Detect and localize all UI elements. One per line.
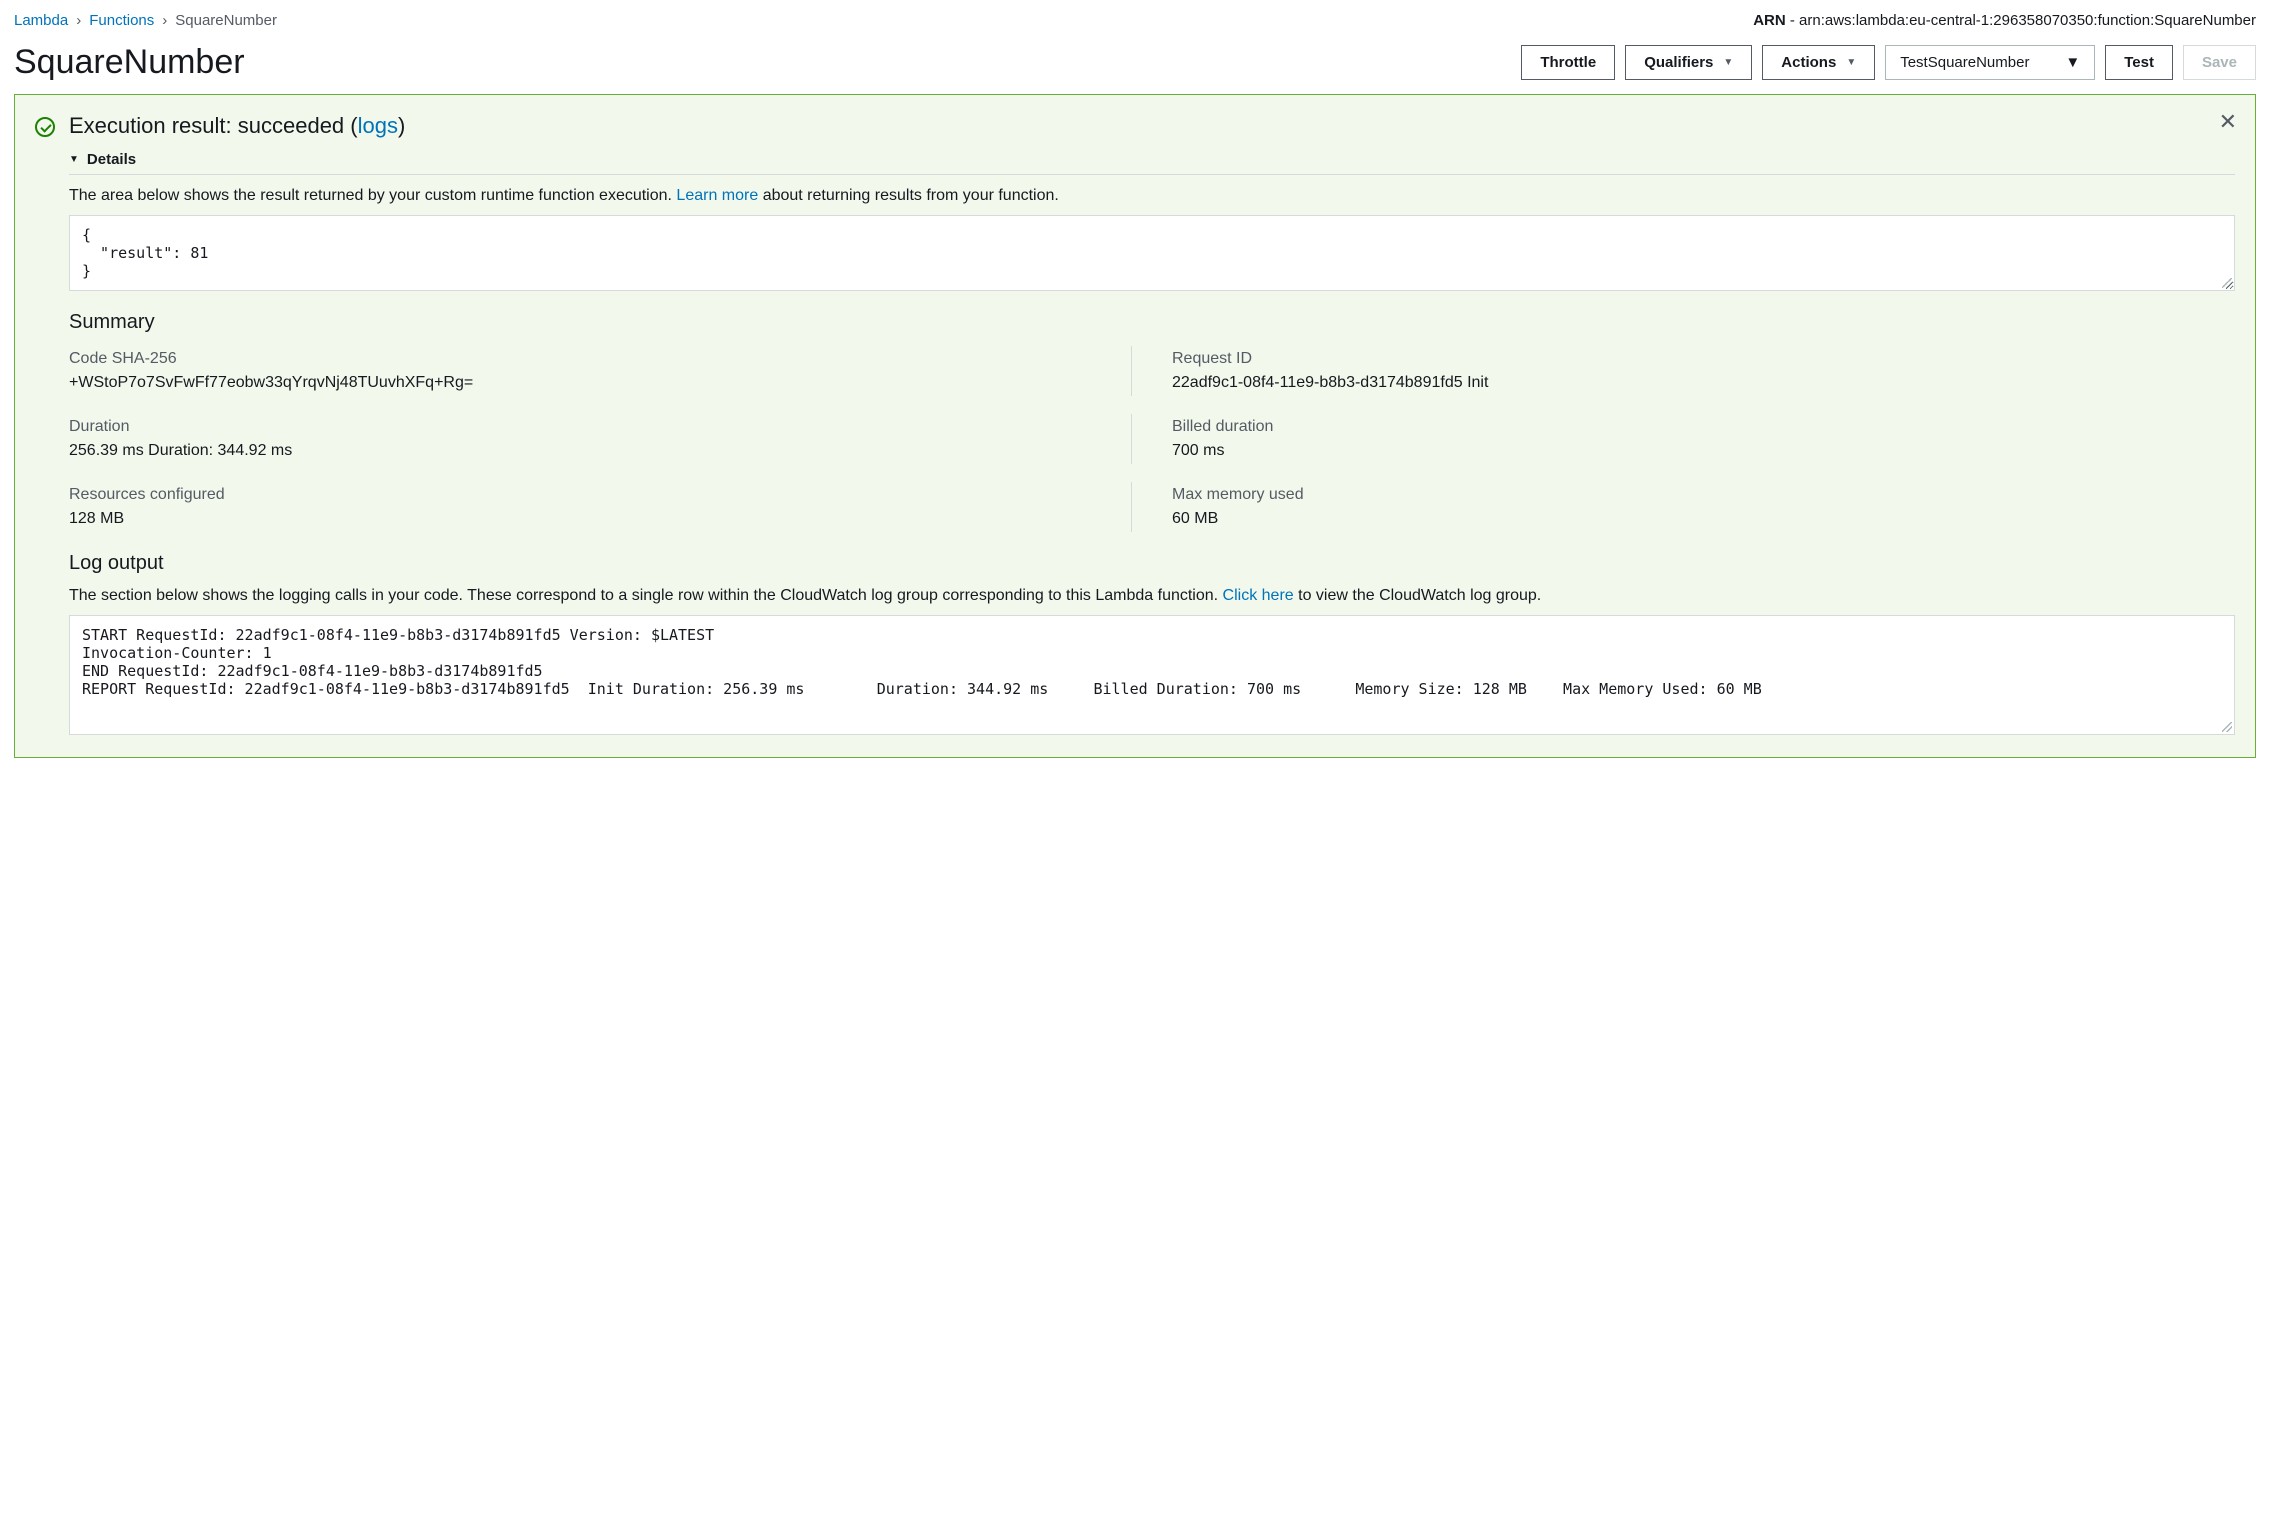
request-id-label: Request ID xyxy=(1172,350,2235,368)
caret-down-icon: ▼ xyxy=(69,154,79,165)
qualifiers-dropdown[interactable]: Qualifiers ▼ xyxy=(1625,45,1752,80)
actions-dropdown[interactable]: Actions ▼ xyxy=(1762,45,1875,80)
result-description: The area below shows the result returned… xyxy=(69,187,2235,205)
arn-value: arn:aws:lambda:eu-central-1:296358070350… xyxy=(1799,12,2256,29)
billed-duration-value: 700 ms xyxy=(1172,442,2235,460)
result-payload-box[interactable]: { "result": 81 } xyxy=(69,215,2235,291)
duration-label: Duration xyxy=(69,418,1131,436)
test-event-selected-value: TestSquareNumber xyxy=(1900,54,2029,71)
test-event-select[interactable]: TestSquareNumber ▼ xyxy=(1885,45,2095,80)
resources-label: Resources configured xyxy=(69,486,1131,504)
chevron-right-icon: › xyxy=(162,12,167,29)
breadcrumb: Lambda › Functions › SquareNumber xyxy=(14,12,277,29)
throttle-button[interactable]: Throttle xyxy=(1521,45,1615,80)
test-button[interactable]: Test xyxy=(2105,45,2173,80)
log-output-description: The section below shows the logging call… xyxy=(69,587,2235,605)
arn-label: ARN xyxy=(1753,12,1786,29)
details-toggle[interactable]: ▼ Details xyxy=(69,151,2235,168)
request-id-value: 22adf9c1-08f4-11e9-b8b3-d3174b891fd5 Ini… xyxy=(1172,374,2235,392)
save-button: Save xyxy=(2183,45,2256,80)
close-icon[interactable]: ✕ xyxy=(2219,111,2237,133)
logs-link[interactable]: logs xyxy=(358,113,398,138)
cloudwatch-link[interactable]: Click here xyxy=(1223,587,1294,604)
arn-display: ARN - arn:aws:lambda:eu-central-1:296358… xyxy=(1753,12,2256,29)
breadcrumb-lambda[interactable]: Lambda xyxy=(14,12,68,29)
execution-result-panel: ✕ Execution result: succeeded (logs) ▼ D… xyxy=(14,94,2256,758)
max-memory-label: Max memory used xyxy=(1172,486,2235,504)
caret-down-icon: ▼ xyxy=(1846,57,1856,68)
toolbar: Throttle Qualifiers ▼ Actions ▼ TestSqua… xyxy=(1521,45,2256,80)
resources-value: 128 MB xyxy=(69,510,1131,528)
log-output-heading: Log output xyxy=(69,552,2235,575)
billed-duration-label: Billed duration xyxy=(1172,418,2235,436)
execution-result-title: Execution result: succeeded (logs) xyxy=(69,113,405,139)
code-sha-label: Code SHA-256 xyxy=(69,350,1131,368)
caret-down-icon: ▼ xyxy=(1723,57,1733,68)
breadcrumb-current: SquareNumber xyxy=(175,12,277,29)
log-output-box[interactable]: START RequestId: 22adf9c1-08f4-11e9-b8b3… xyxy=(69,615,2235,735)
learn-more-link[interactable]: Learn more xyxy=(676,187,758,204)
max-memory-value: 60 MB xyxy=(1172,510,2235,528)
chevron-right-icon: › xyxy=(76,12,81,29)
duration-value: 256.39 ms Duration: 344.92 ms xyxy=(69,442,1131,460)
code-sha-value: +WStoP7o7SvFwFf77eobw33qYrqvNj48TUuvhXFq… xyxy=(69,374,1131,392)
page-title: SquareNumber xyxy=(14,43,245,82)
breadcrumb-functions[interactable]: Functions xyxy=(89,12,154,29)
success-check-icon xyxy=(35,117,55,137)
summary-grid: Code SHA-256 +WStoP7o7SvFwFf77eobw33qYrq… xyxy=(69,346,2235,532)
divider xyxy=(69,174,2235,175)
summary-heading: Summary xyxy=(69,311,2235,334)
caret-down-icon: ▼ xyxy=(2065,54,2080,71)
